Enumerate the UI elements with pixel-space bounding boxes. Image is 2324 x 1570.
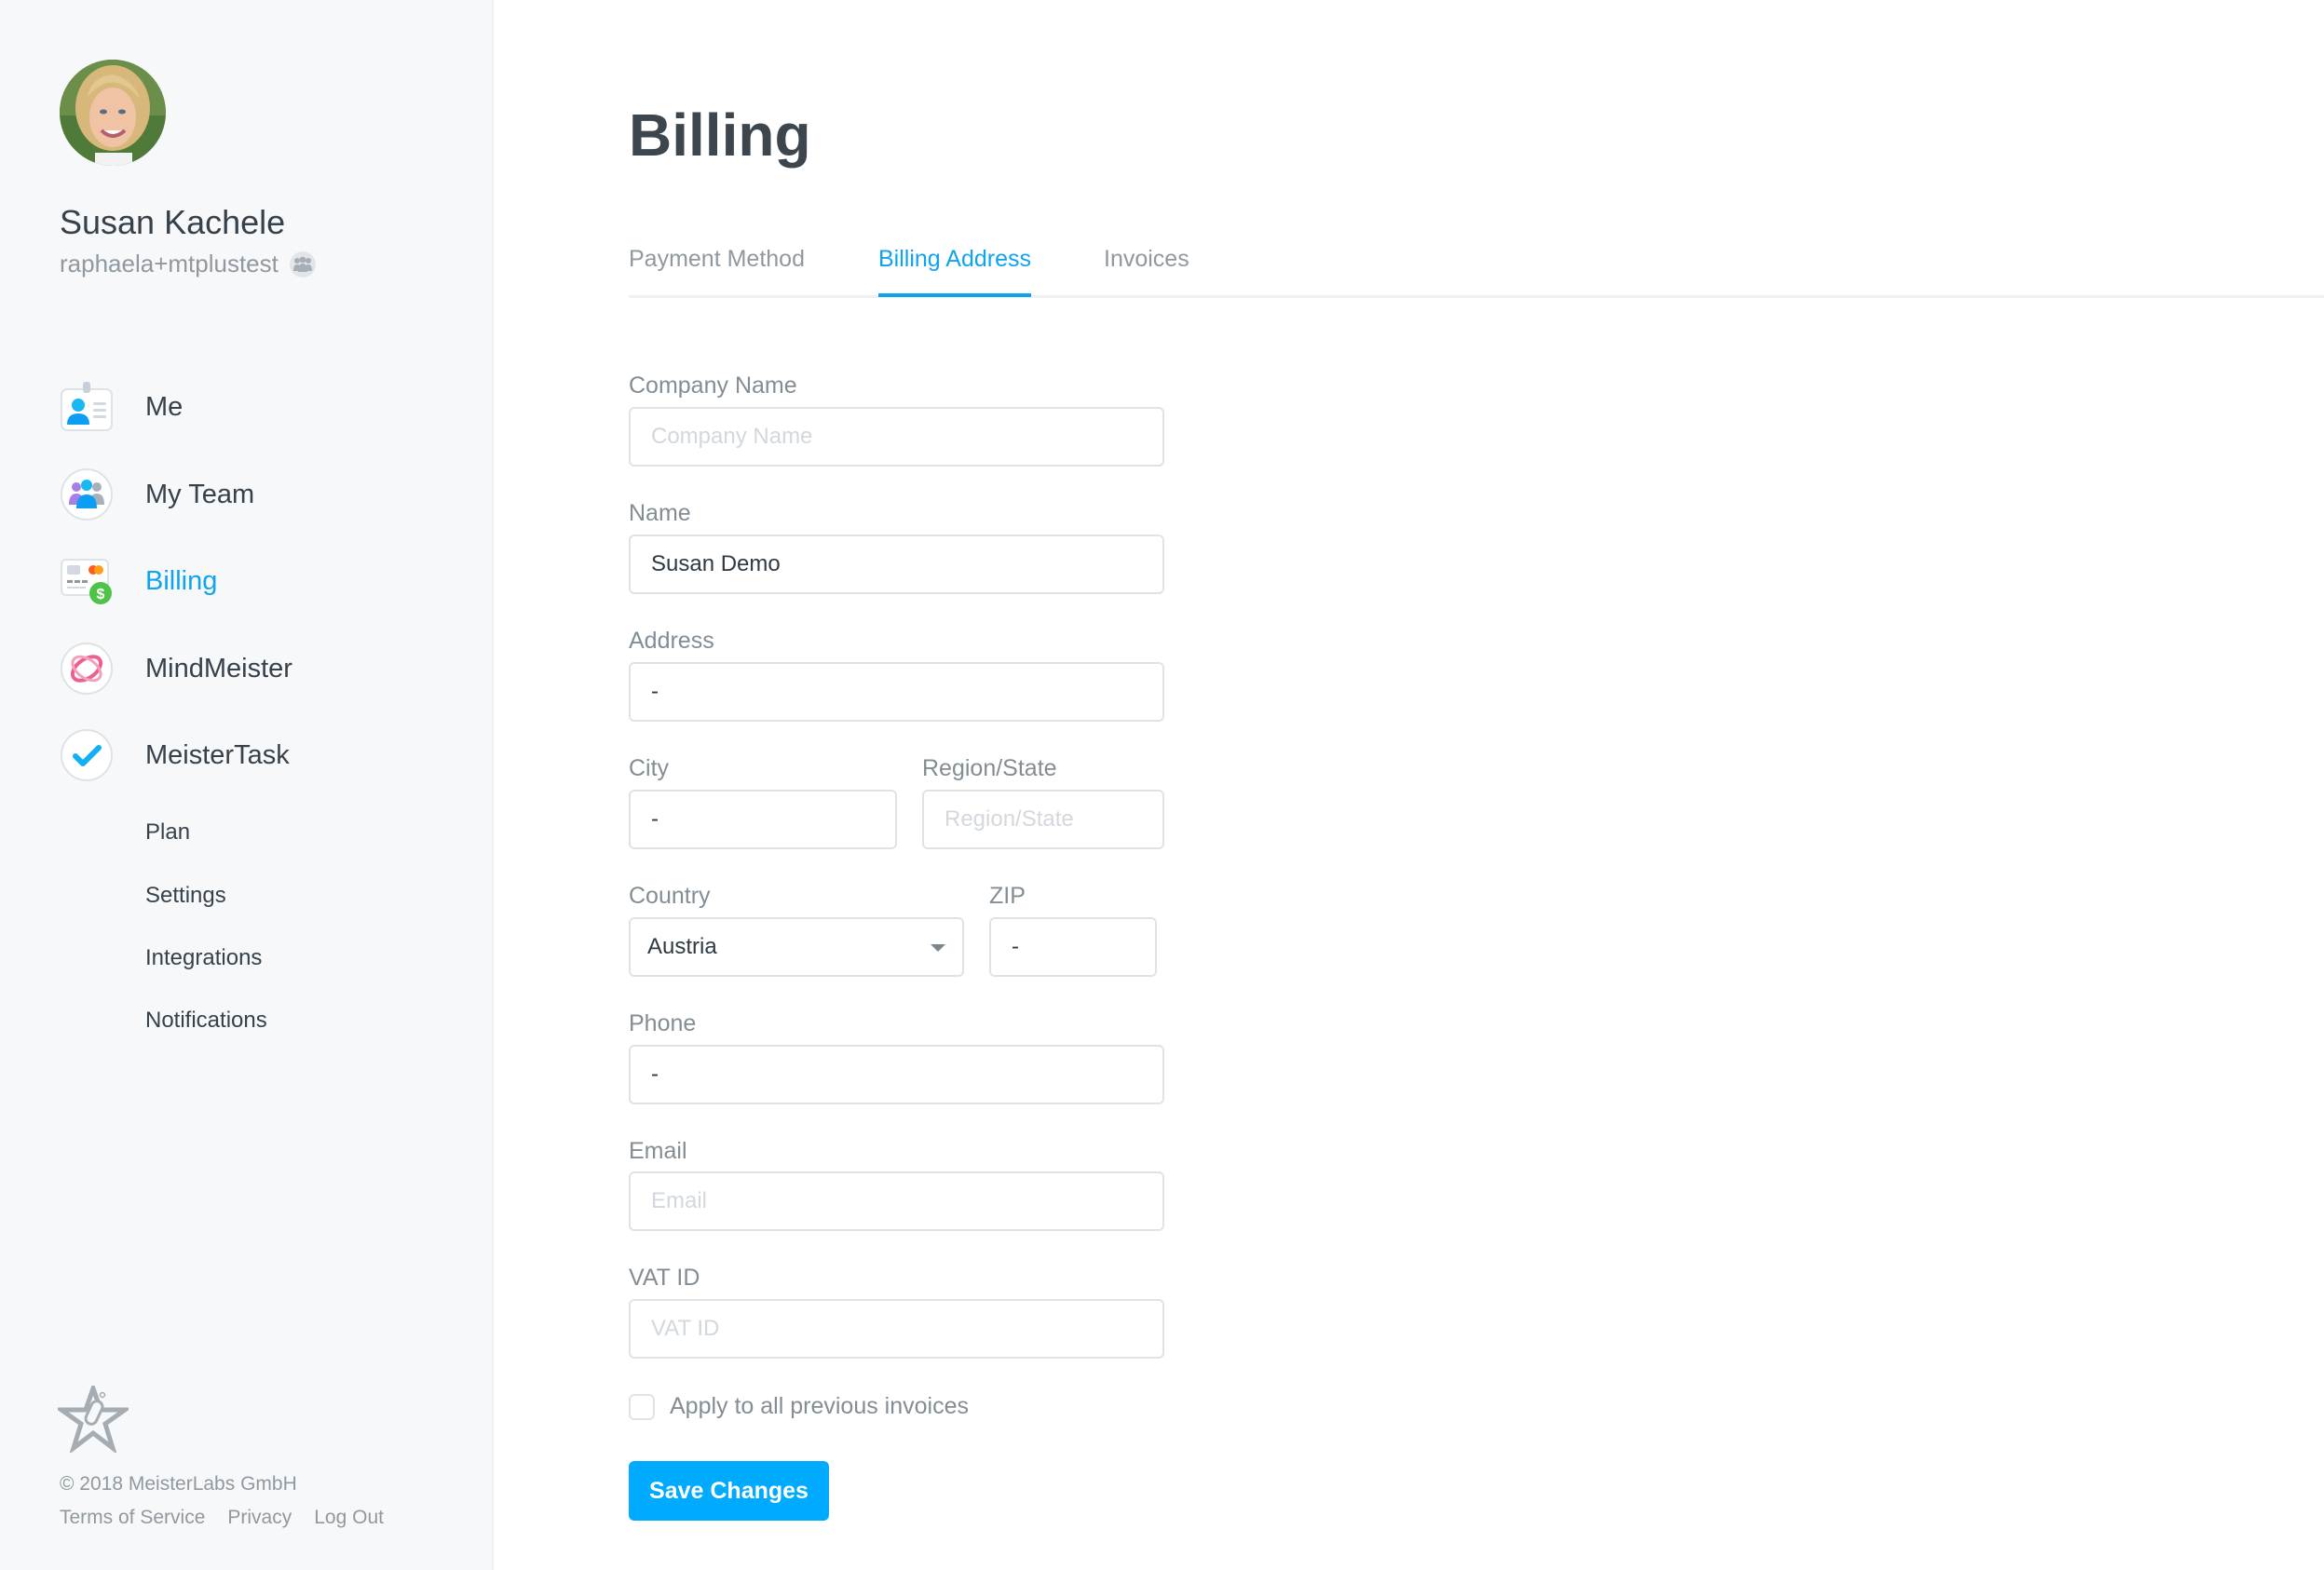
tab-payment-method[interactable]: Payment Method bbox=[629, 246, 805, 293]
sidebar-subitem-settings[interactable]: Settings bbox=[145, 883, 226, 909]
meisterlabs-star-logo-icon bbox=[54, 1381, 132, 1457]
city-label: City bbox=[629, 755, 670, 781]
team-icon bbox=[60, 467, 114, 521]
name-input[interactable]: Susan Demo bbox=[629, 535, 1164, 594]
address-input[interactable]: - bbox=[629, 662, 1164, 722]
sidebar-subitem-plan[interactable]: Plan bbox=[145, 819, 190, 846]
billing-card-icon: $ bbox=[60, 554, 114, 608]
copyright-text: © 2018 MeisterLabs GmbH bbox=[60, 1473, 297, 1495]
zip-label: ZIP bbox=[989, 883, 1026, 909]
sidebar-subitem-integrations[interactable]: Integrations bbox=[145, 945, 262, 971]
billing-tabs: Payment Method Billing Address Invoices bbox=[629, 240, 2324, 298]
meistertask-check-icon bbox=[60, 728, 114, 782]
sidebar-item-me[interactable]: Me bbox=[60, 379, 183, 435]
main-content: Billing Payment Method Billing Address I… bbox=[496, 0, 2324, 1570]
name-label: Name bbox=[629, 500, 691, 526]
log-out-link[interactable]: Log Out bbox=[314, 1507, 384, 1529]
address-label: Address bbox=[629, 628, 714, 654]
phone-label: Phone bbox=[629, 1010, 697, 1036]
sidebar-item-billing[interactable]: $ Billing bbox=[60, 553, 217, 609]
apply-previous-invoices-row[interactable]: Apply to all previous invoices bbox=[629, 1393, 969, 1420]
country-select-value: Austria bbox=[647, 934, 717, 959]
sidebar-subitem-notifications[interactable]: Notifications bbox=[145, 1008, 267, 1034]
id-badge-icon bbox=[60, 380, 114, 434]
avatar[interactable] bbox=[60, 60, 166, 166]
user-name: Susan Kachele bbox=[60, 203, 286, 241]
zip-input[interactable]: - bbox=[989, 917, 1157, 977]
avatar-photo-icon bbox=[60, 60, 166, 166]
apply-previous-invoices-checkbox[interactable] bbox=[629, 1393, 655, 1420]
city-input[interactable]: - bbox=[629, 790, 897, 849]
phone-input[interactable]: - bbox=[629, 1045, 1164, 1104]
tab-billing-address[interactable]: Billing Address bbox=[878, 246, 1031, 297]
footer-links: Terms of Service Privacy Log Out bbox=[60, 1507, 384, 1529]
country-label: Country bbox=[629, 883, 711, 909]
sidebar-item-label: MindMeister bbox=[145, 653, 292, 683]
chevron-down-icon bbox=[931, 944, 945, 952]
sidebar-item-label: MeisterTask bbox=[145, 739, 290, 770]
user-handle-text: raphaela+mtplustest bbox=[60, 250, 279, 277]
region-label: Region/State bbox=[922, 755, 1057, 781]
vat-id-input[interactable]: VAT ID bbox=[629, 1299, 1164, 1359]
page-title: Billing bbox=[629, 102, 811, 169]
save-changes-button[interactable]: Save Changes bbox=[629, 1461, 829, 1521]
email-label: Email bbox=[629, 1138, 687, 1164]
team-members-icon bbox=[289, 250, 316, 277]
sidebar-item-label: Me bbox=[145, 391, 183, 422]
sidebar-item-meistertask[interactable]: MeisterTask bbox=[60, 727, 290, 783]
sidebar: Susan Kachele raphaela+mtplustest Me My … bbox=[0, 0, 494, 1570]
svg-text:$: $ bbox=[97, 587, 105, 602]
user-handle: raphaela+mtplustest bbox=[60, 250, 316, 278]
sidebar-item-mindmeister[interactable]: MindMeister bbox=[60, 641, 292, 697]
company-name-input[interactable]: Company Name bbox=[629, 407, 1164, 467]
mindmeister-logo-icon bbox=[60, 642, 114, 696]
region-input[interactable]: Region/State bbox=[922, 790, 1164, 849]
apply-previous-invoices-label: Apply to all previous invoices bbox=[670, 1393, 969, 1419]
sidebar-item-label: Billing bbox=[145, 565, 218, 596]
sidebar-item-my-team[interactable]: My Team bbox=[60, 467, 254, 522]
terms-of-service-link[interactable]: Terms of Service bbox=[60, 1507, 205, 1529]
tab-invoices[interactable]: Invoices bbox=[1104, 246, 1189, 293]
sidebar-item-label: My Team bbox=[145, 479, 255, 509]
email-input[interactable]: Email bbox=[629, 1171, 1164, 1231]
vat-id-label: VAT ID bbox=[629, 1265, 700, 1291]
country-select[interactable]: Austria bbox=[629, 917, 964, 977]
privacy-link[interactable]: Privacy bbox=[227, 1507, 292, 1529]
company-name-label: Company Name bbox=[629, 372, 797, 399]
